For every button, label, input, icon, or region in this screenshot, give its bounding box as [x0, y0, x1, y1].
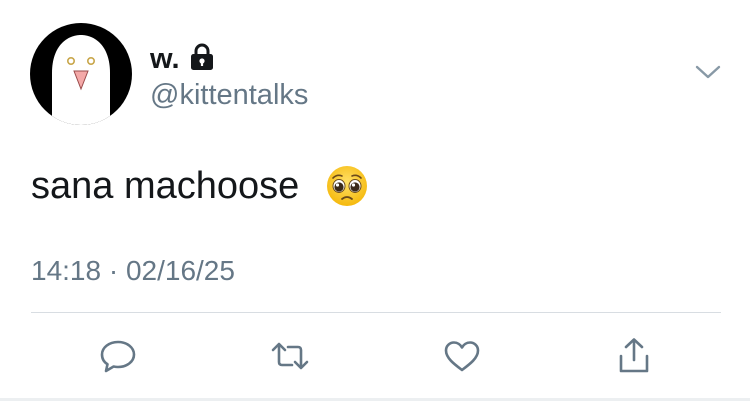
reply-icon [100, 340, 136, 373]
pleading-face-emoji-icon [326, 165, 368, 207]
tweet-timestamp: 14:18 · 02/16/25 [31, 255, 235, 286]
user-handle[interactable]: @kittentalks [150, 80, 308, 110]
share-button[interactable] [612, 336, 656, 376]
reply-button[interactable] [96, 336, 140, 376]
like-button[interactable] [440, 336, 484, 376]
share-icon [619, 338, 649, 373]
heart-icon [444, 341, 480, 372]
tweet-text: sana machoose [31, 165, 300, 207]
lock-icon [190, 42, 214, 72]
avatar[interactable] [30, 23, 132, 125]
chevron-down-icon[interactable] [693, 62, 723, 82]
retweet-button[interactable] [268, 336, 312, 376]
display-name[interactable]: w. [150, 44, 180, 74]
ghost-avatar-icon [30, 23, 132, 125]
divider [31, 312, 721, 313]
retweet-icon [271, 342, 309, 370]
